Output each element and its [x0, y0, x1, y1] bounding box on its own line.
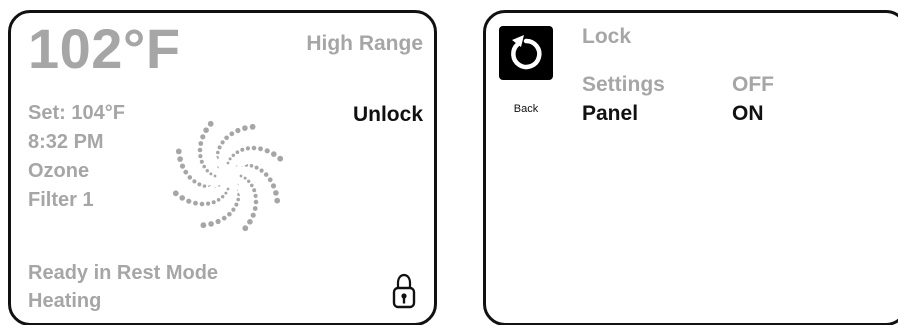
back-button[interactable] [499, 26, 553, 80]
ready-mode-status: Ready in Rest Mode [28, 262, 219, 284]
panel-lock-label[interactable]: Panel [582, 100, 638, 128]
settings-lock-value[interactable]: OFF [732, 71, 774, 99]
back-label: Back [513, 103, 539, 115]
lock-settings-panel: Back Lock Settings OFF Panel ON [483, 10, 898, 325]
unlock-button[interactable]: Unlock [353, 101, 423, 129]
back-arrow-icon [511, 35, 542, 70]
filter-status: Filter 1 [28, 189, 94, 211]
ozone-status: Ozone [28, 160, 90, 182]
panel-lock-value[interactable]: ON [732, 100, 764, 128]
current-time: 8:32 PM [28, 131, 104, 153]
lock-title: Lock [582, 25, 632, 48]
settings-lock-label[interactable]: Settings [582, 71, 665, 99]
set-temperature[interactable]: Set: 104°F [28, 101, 125, 126]
padlock-icon[interactable] [391, 273, 417, 309]
status-screen-panel: 102°F High Range Unlock Set: 104°F 8:32 … [8, 10, 437, 325]
heating-status: Heating [28, 290, 102, 312]
circulation-spinner-icon [172, 120, 284, 232]
range-label[interactable]: High Range [306, 30, 423, 58]
current-temperature: 102°F [28, 17, 181, 80]
